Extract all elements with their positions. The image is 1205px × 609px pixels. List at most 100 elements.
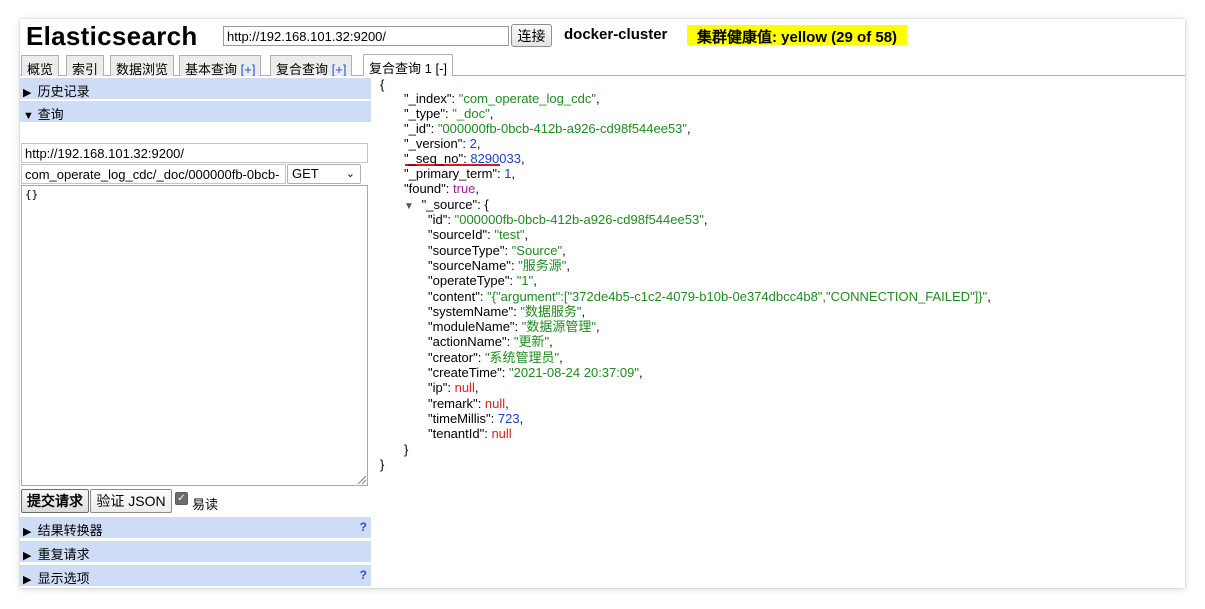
json-source-close: } bbox=[404, 442, 408, 457]
section-label: 重复请求 bbox=[37, 547, 90, 562]
resize-handle-icon[interactable] bbox=[358, 476, 366, 484]
validate-json-button[interactable]: 验证 JSON bbox=[90, 489, 172, 513]
json-key: "id" bbox=[428, 212, 448, 227]
tab-label: 基本查询 bbox=[185, 62, 238, 77]
json-value: "{"argument":["372de4b5-c1c2-4079-b10b-0… bbox=[487, 288, 988, 304]
json-value: null bbox=[484, 395, 506, 411]
json-key: "_primary_term" bbox=[404, 166, 498, 181]
json-key: "createTime" bbox=[428, 365, 502, 380]
triangle-right-icon: ▶ bbox=[23, 550, 32, 562]
method-select[interactable]: GET ⌄ bbox=[287, 164, 361, 184]
json-line: "remark": null, bbox=[428, 395, 509, 411]
json-line: "sourceId": "test", bbox=[428, 227, 529, 243]
json-value: true bbox=[453, 181, 476, 196]
result-panel: { "_index": "com_operate_log_cdc", "_typ… bbox=[375, 76, 1185, 588]
json-value: 2 bbox=[469, 136, 477, 151]
history-section-header[interactable]: ▶ 历史记录 bbox=[20, 78, 371, 99]
json-line: "systemName": "数据服务", bbox=[428, 303, 586, 319]
json-line: "creator": "系统管理员", bbox=[428, 349, 563, 365]
brace: { bbox=[380, 77, 385, 92]
tab-label: 数据浏览 bbox=[116, 62, 169, 77]
pretty-label: 易读 bbox=[192, 497, 219, 512]
json-value: "系统管理员" bbox=[484, 349, 560, 365]
json-line: "content": "{"argument":["372de4b5-c1c2-… bbox=[428, 288, 991, 304]
tab-add[interactable]: [+] bbox=[241, 62, 256, 77]
tab-label: 复合查询 1 [-] bbox=[369, 61, 448, 76]
tab-add[interactable]: [+] bbox=[332, 62, 347, 77]
collapse-toggle-icon[interactable]: ▼ bbox=[404, 199, 418, 214]
transformer-section-header[interactable]: ▶ 结果转换器 ? bbox=[20, 517, 371, 538]
tab-indices[interactable]: 索引 bbox=[66, 55, 105, 77]
json-value: "服务源" bbox=[518, 257, 567, 273]
query-section-header[interactable]: ▼ 查询 bbox=[20, 101, 371, 122]
tab-browser[interactable]: 数据浏览 bbox=[110, 55, 175, 77]
json-value: "test" bbox=[494, 227, 525, 243]
json-value: "1" bbox=[516, 273, 534, 289]
json-value: null bbox=[491, 426, 512, 442]
json-key: "sourceType" bbox=[428, 242, 505, 258]
json-key: "_version" bbox=[404, 136, 463, 151]
json-close-brace: } bbox=[380, 457, 384, 472]
json-key: "moduleName" bbox=[428, 319, 515, 335]
json-value: "数据源管理" bbox=[521, 319, 597, 335]
section-label: 历史记录 bbox=[37, 84, 90, 99]
triangle-right-icon: ▶ bbox=[23, 526, 32, 538]
tab-bar: 概览 索引 数据浏览 基本查询 [+] 复合查询 [+] 复合查询 1 [-] bbox=[20, 53, 1185, 77]
tab-complex-query[interactable]: 复合查询 [+] bbox=[270, 55, 353, 77]
json-key: "_index" bbox=[404, 91, 452, 106]
json-line: "_version": 2, bbox=[404, 136, 481, 151]
json-value: "000000fb-0bcb-412b-a926-cd98f544ee53" bbox=[454, 212, 704, 227]
json-line: "_seq_no": 8290033, bbox=[404, 151, 525, 166]
json-key: "creator" bbox=[428, 349, 478, 365]
json-line: ▼ "_source": { bbox=[404, 197, 489, 212]
json-value: "更新" bbox=[513, 334, 550, 350]
json-key: "_id" bbox=[404, 121, 431, 136]
json-key: "_seq_no" bbox=[404, 151, 464, 166]
pretty-checkbox[interactable]: ✓ bbox=[175, 492, 188, 505]
json-key: "_source" bbox=[421, 197, 478, 212]
json-line: "operateType": "1", bbox=[428, 273, 537, 289]
header: Elasticsearch 连接 docker-cluster 集群健康值: y… bbox=[20, 19, 1185, 53]
json-line: "moduleName": "数据源管理", bbox=[428, 319, 600, 335]
tab-label: 概览 bbox=[27, 62, 54, 77]
brace: } bbox=[404, 442, 409, 457]
json-line: "_primary_term": 1, bbox=[404, 166, 516, 181]
app-title: Elasticsearch bbox=[26, 21, 198, 51]
json-key: "actionName" bbox=[428, 334, 507, 350]
json-value: 1 bbox=[504, 166, 512, 181]
json-line: "found": true, bbox=[404, 181, 480, 196]
server-url-input[interactable] bbox=[223, 26, 509, 46]
json-value: "000000fb-0bcb-412b-a926-cd98f544ee53" bbox=[437, 121, 688, 136]
request-body-editor[interactable]: {} bbox=[21, 185, 368, 486]
json-key: "_type" bbox=[404, 106, 446, 121]
tab-basic-query[interactable]: 基本查询 [+] bbox=[179, 55, 262, 77]
tab-label: 复合查询 bbox=[276, 62, 329, 77]
request-body-text: {} bbox=[25, 188, 39, 201]
json-line: "timeMillis": 723, bbox=[428, 410, 524, 426]
path-field[interactable]: com_operate_log_cdc/_doc/000000fb-0bcb- bbox=[21, 164, 286, 184]
section-label: 结果转换器 bbox=[37, 523, 103, 538]
brace: } bbox=[380, 457, 385, 472]
json-line: "_index": "com_operate_log_cdc", bbox=[404, 91, 600, 106]
json-line: "_id": "000000fb-0bcb-412b-a926-cd98f544… bbox=[404, 121, 691, 136]
chevron-down-icon: ⌄ bbox=[345, 168, 355, 180]
json-line: "createTime": "2021-08-24 20:37:09", bbox=[428, 365, 643, 380]
tab-label: 索引 bbox=[72, 62, 99, 77]
json-open-brace: { bbox=[380, 77, 384, 92]
server-url-field[interactable]: http://192.168.101.32:9200/ bbox=[21, 143, 368, 163]
json-value: "com_operate_log_cdc" bbox=[458, 91, 596, 106]
help-icon[interactable]: ? bbox=[360, 568, 367, 582]
cluster-health-badge: 集群健康值: yellow (29 of 58) bbox=[687, 25, 908, 46]
json-value: "数据服务" bbox=[520, 303, 582, 319]
display-section-header[interactable]: ▶ 显示选项 ? bbox=[20, 565, 371, 586]
repeat-section-header[interactable]: ▶ 重复请求 bbox=[20, 541, 371, 562]
connect-button[interactable]: 连接 bbox=[511, 24, 552, 47]
json-key: "content" bbox=[428, 288, 480, 304]
json-line: "ip": null, bbox=[428, 380, 479, 396]
tab-complex-query-1[interactable]: 复合查询 1 [-] bbox=[363, 54, 454, 76]
json-key: "remark" bbox=[428, 395, 478, 411]
tab-overview[interactable]: 概览 bbox=[21, 55, 60, 77]
submit-request-button[interactable]: 提交请求 bbox=[21, 489, 89, 513]
section-label: 查询 bbox=[37, 107, 64, 122]
help-icon[interactable]: ? bbox=[360, 520, 367, 534]
